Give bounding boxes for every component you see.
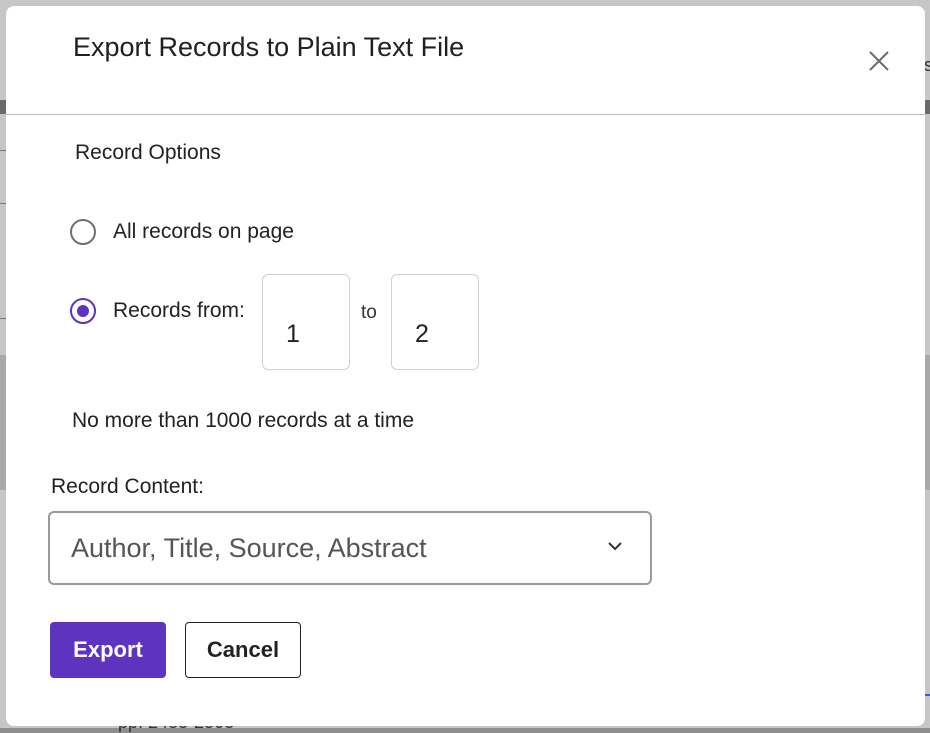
option-records-from-label: Records from:: [113, 299, 245, 322]
dialog-title: Export Records to Plain Text File: [73, 32, 465, 62]
chevron-down-icon: [606, 537, 624, 555]
cancel-button[interactable]: Cancel: [185, 622, 301, 678]
range-to-label: to: [361, 302, 377, 323]
record-options-label: Record Options: [75, 141, 221, 164]
radio-records-from[interactable]: [70, 298, 96, 324]
limit-note: No more than 1000 records at a time: [72, 409, 415, 432]
range-from-input[interactable]: 1: [262, 274, 350, 370]
export-button[interactable]: Export: [50, 622, 166, 678]
record-content-value: Author, Title, Source, Abstract: [71, 532, 427, 563]
range-to-input[interactable]: 2: [391, 274, 479, 370]
close-icon: [869, 51, 889, 71]
record-content-label: Record Content:: [51, 475, 204, 498]
dialog-header: Export Records to Plain Text File: [6, 6, 925, 115]
option-all-records-label: All records on page: [113, 220, 294, 243]
radio-all-records[interactable]: [70, 219, 96, 245]
option-records-from[interactable]: Records from:: [70, 298, 245, 324]
option-all-records[interactable]: All records on page: [70, 219, 294, 245]
record-content-select[interactable]: Author, Title, Source, Abstract: [48, 511, 652, 585]
close-button[interactable]: [864, 46, 894, 76]
export-dialog: Export Records to Plain Text File Record…: [6, 6, 925, 726]
